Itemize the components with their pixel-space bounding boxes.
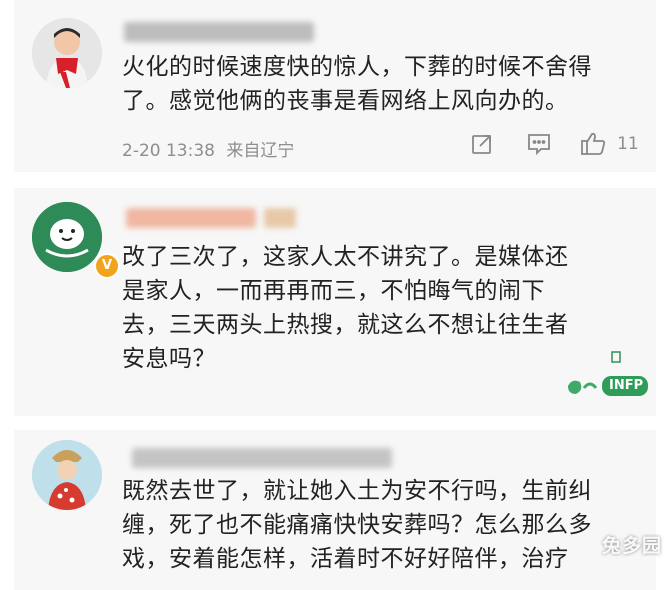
username-redacted [132, 448, 392, 468]
like-count: 11 [617, 134, 639, 154]
share-icon[interactable] [470, 132, 494, 160]
username-redacted [126, 208, 256, 228]
comment-text: 火化的时候速度快的惊人，下葬的时候不舍得 了。感觉他俩的丧事是看网络上风向办的。 [122, 50, 642, 118]
comment-line: 改了三次了，这家人太不讲究了。是媒体还 [122, 244, 569, 270]
comment-line: 去，三天两头上热搜，就这么不想让往生者 [122, 312, 569, 338]
like-icon [580, 132, 613, 155]
sticker-label: INFP [609, 378, 644, 393]
username-redacted [264, 208, 296, 228]
comment-line: 火化的时候速度快的惊人，下葬的时候不舍得 [122, 54, 592, 80]
like-button[interactable]: 11 [580, 131, 639, 157]
mbti-sticker: INFP [562, 348, 652, 403]
comment-line: 了。感觉他俩的丧事是看网络上风向办的。 [122, 88, 569, 114]
avatar[interactable] [32, 202, 102, 272]
comment-line: 戏，安着能怎样，活着时不好好陪伴，治疗 [122, 546, 569, 572]
comment-location: 来自辽宁 [226, 141, 295, 161]
avatar[interactable] [32, 440, 102, 510]
comment-line: 既然去世了，就让她入土为安不行吗，生前纠 [122, 478, 592, 504]
comment-icon[interactable] [526, 132, 552, 160]
comment-line: 是家人，一而再再而三，不怕晦气的闹下 [122, 278, 545, 304]
comment-text: 既然去世了，就让她入土为安不行吗，生前纠 缠，死了也不能痛痛快快安葬吗？怎么那么… [122, 474, 642, 576]
comment-card-1: 火化的时候速度快的惊人，下葬的时候不舍得 了。感觉他俩的丧事是看网络上风向办的。… [14, 0, 656, 172]
watermark: 兔多园 [601, 535, 662, 557]
comment-meta: 2-20 13:38 来自辽宁 [122, 136, 294, 161]
avatar[interactable] [32, 18, 102, 88]
verified-badge-icon: V [94, 253, 120, 279]
comment-date: 2-20 13:38 [122, 141, 215, 161]
comment-card-2: V 改了三次了，这家人太不讲究了。是媒体还 是家人，一而再再而三，不怕晦气的闹下… [14, 188, 656, 416]
username-redacted [124, 22, 314, 42]
comment-card-3: 既然去世了，就让她入土为安不行吗，生前纠 缠，死了也不能痛痛快快安葬吗？怎么那么… [14, 430, 656, 590]
comment-line: 缠，死了也不能痛痛快快安葬吗？怎么那么多 [122, 512, 592, 538]
